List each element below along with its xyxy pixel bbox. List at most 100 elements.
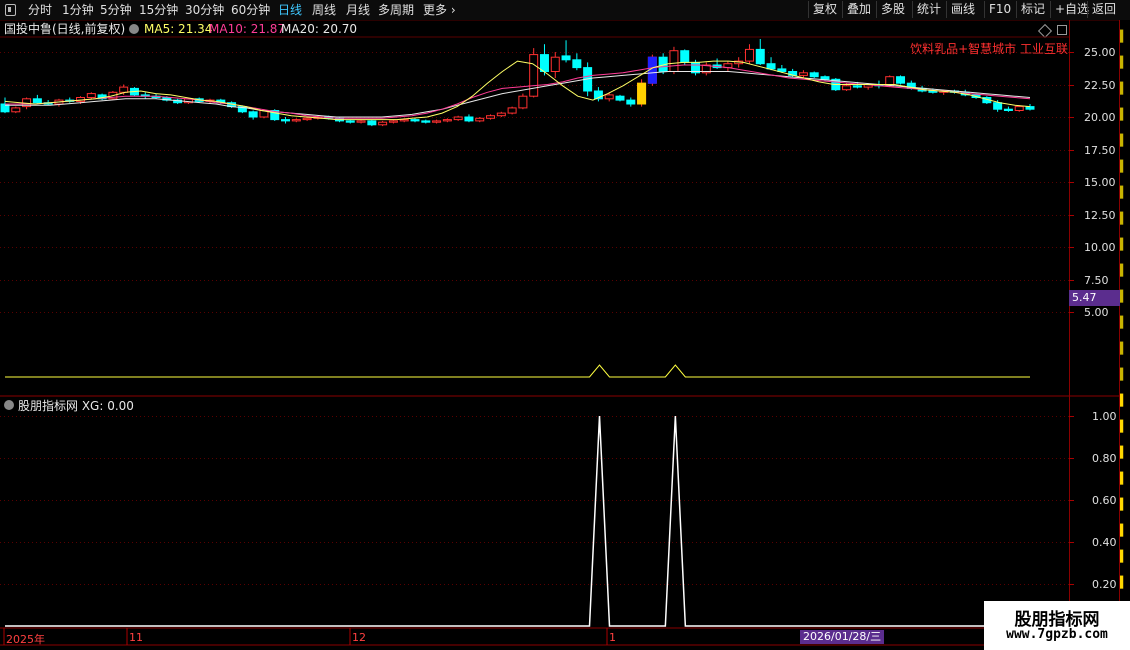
price-axis-label: 7.50: [1084, 273, 1109, 287]
candle: [302, 117, 312, 121]
candle: [550, 56, 560, 73]
candle: [119, 86, 129, 93]
price-axis-label: 10.00: [1084, 240, 1116, 254]
side-panel-fragment: ▍: [1120, 134, 1129, 147]
candle: [345, 120, 355, 123]
time-axis-label: 1: [609, 631, 616, 644]
candle: [615, 95, 625, 101]
candle: [518, 95, 528, 109]
side-panel-fragment: ▍: [1120, 524, 1129, 537]
price-cursor-tag: 5.47: [1069, 290, 1120, 306]
cursor-date-tag: 2026/01/28/三: [800, 630, 885, 644]
candle: [442, 119, 452, 122]
price-axis-label: 15.00: [1084, 175, 1116, 189]
candle: [248, 111, 258, 118]
price-axis-label: 22.50: [1084, 78, 1116, 92]
price-axis-label: 5.00: [1084, 305, 1109, 319]
time-axis-label: 11: [129, 631, 143, 644]
right-side-panel-edge: ▍▍▍▍▍▍▍▍▍▍▍▍▍▍▍▍▍▍▍▍▍▍▍▍: [1120, 20, 1130, 650]
side-panel-fragment: ▍: [1120, 368, 1129, 381]
side-panel-fragment: ▍: [1120, 56, 1129, 69]
side-panel-fragment: ▍: [1120, 264, 1129, 277]
side-panel-fragment: ▍: [1120, 472, 1129, 485]
kline-chart[interactable]: [0, 0, 1130, 650]
indicator-settings-icon[interactable]: [4, 400, 14, 410]
indicator-axis-label: 0.40: [1092, 535, 1117, 549]
candle: [11, 107, 21, 113]
watermark-logo: 股朋指标网 www.7gpzb.com: [984, 601, 1130, 650]
price-axis-label: 20.00: [1084, 110, 1116, 124]
indicator-title: 股朋指标网 XG: 0.00: [18, 399, 134, 413]
candle: [496, 112, 506, 117]
side-panel-fragment: ▍: [1120, 498, 1129, 511]
side-panel-fragment: ▍: [1120, 420, 1129, 433]
candle: [388, 120, 398, 123]
candle: [453, 116, 463, 121]
side-panel-fragment: ▍: [1120, 108, 1129, 121]
indicator-axis-label: 1.00: [1092, 409, 1117, 423]
candle: [755, 48, 765, 65]
side-panel-fragment: ▍: [1120, 290, 1129, 303]
candle: [798, 72, 808, 76]
ma5-line: [4, 60, 1031, 121]
candle: [464, 116, 474, 122]
candle: [766, 63, 776, 70]
candle: [928, 90, 938, 93]
side-panel-fragment: ▍: [1120, 186, 1129, 199]
price-axis-label: 17.50: [1084, 143, 1116, 157]
candle: [32, 98, 42, 104]
side-panel-fragment: ▍: [1120, 30, 1129, 43]
side-panel-fragment: ▍: [1120, 394, 1129, 407]
indicator-axis-label: 0.20: [1092, 577, 1117, 591]
watermark-url: www.7gpzb.com: [1006, 627, 1108, 642]
candle: [572, 59, 582, 69]
candle: [281, 119, 291, 122]
candle: [486, 115, 496, 119]
side-panel-fragment: ▍: [1120, 82, 1129, 95]
candle: [561, 55, 571, 61]
candle: [626, 99, 636, 105]
side-panel-fragment: ▍: [1120, 342, 1129, 355]
time-axis-label: 2025年: [6, 633, 45, 646]
highlighted-candle: [637, 82, 647, 105]
candle: [421, 120, 431, 123]
xg-indicator-line: [5, 415, 1030, 627]
candle: [410, 119, 420, 122]
candle: [993, 102, 1003, 110]
candle: [896, 76, 906, 84]
side-panel-fragment: ▍: [1120, 238, 1129, 251]
side-panel-fragment: ▍: [1120, 160, 1129, 173]
candle: [1003, 108, 1013, 111]
candle: [842, 85, 852, 91]
candle: [529, 54, 539, 97]
side-panel-fragment: ▍: [1120, 576, 1129, 589]
side-panel-fragment: ▍: [1120, 550, 1129, 563]
candle: [356, 120, 366, 123]
indicator-axis-label: 0.60: [1092, 493, 1117, 507]
time-axis-label: 12: [352, 631, 366, 644]
candle: [86, 93, 96, 98]
candle: [1014, 106, 1024, 111]
candle: [809, 72, 819, 78]
candle: [820, 76, 830, 80]
candle: [539, 54, 549, 72]
candle: [507, 107, 517, 114]
candle: [475, 117, 485, 122]
candle: [399, 119, 409, 122]
candle: [291, 119, 301, 122]
price-axis-label: 12.50: [1084, 208, 1116, 222]
candle: [604, 94, 614, 100]
candle: [744, 48, 754, 62]
candle: [367, 120, 377, 126]
side-panel-fragment: ▍: [1120, 316, 1129, 329]
ma10-line: [5, 64, 1031, 119]
candle: [1025, 106, 1035, 110]
signal-baseline: [5, 364, 1030, 378]
candle: [432, 120, 442, 123]
price-axis-label: 25.00: [1084, 45, 1116, 59]
indicator-axis-label: 0.80: [1092, 451, 1117, 465]
candle: [378, 121, 388, 126]
side-panel-fragment: ▍: [1120, 446, 1129, 459]
side-panel-fragment: ▍: [1120, 212, 1129, 225]
candle: [680, 50, 690, 63]
